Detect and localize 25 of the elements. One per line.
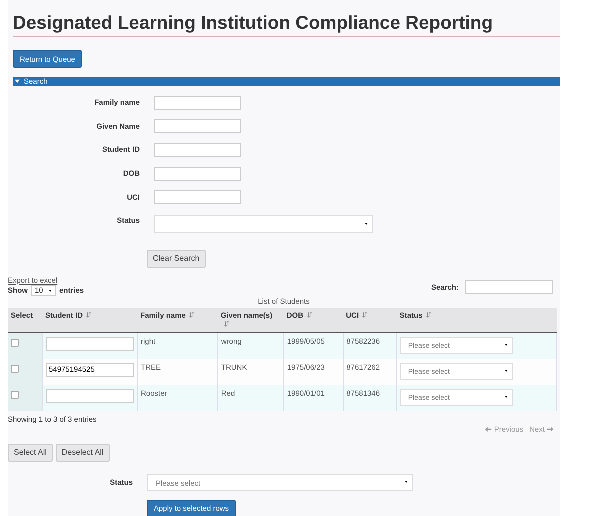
arrow-right-icon: [547, 426, 554, 432]
page-title: Designated Learning Institution Compliance Reporting: [13, 12, 494, 34]
caret-icon: [505, 396, 508, 398]
deselect-all-button[interactable]: Deselect All: [56, 444, 110, 462]
arrow-left-icon: [485, 426, 492, 432]
input-field[interactable]: [154, 166, 241, 181]
input-field[interactable]: [154, 96, 241, 110]
caret-icon: [505, 370, 508, 372]
row-checkbox[interactable]: [11, 364, 19, 373]
input-field[interactable]: [154, 190, 241, 204]
caret-icon: [15, 79, 20, 84]
student-id-field[interactable]: [46, 388, 134, 403]
row-checkbox[interactable]: [11, 338, 19, 347]
input-field[interactable]: [154, 119, 241, 134]
status-select[interactable]: [154, 214, 373, 233]
row-checkbox[interactable]: [11, 390, 19, 399]
clear-search-button[interactable]: Clear Search: [147, 250, 206, 268]
select-all-button[interactable]: Select All: [8, 444, 53, 462]
caret-icon: [49, 290, 52, 292]
caret-icon: [365, 222, 368, 225]
search-field[interactable]: [465, 280, 553, 294]
student-id-field[interactable]: [46, 336, 134, 351]
input-field[interactable]: [154, 142, 241, 157]
caret-icon: [405, 481, 408, 484]
caret-icon: [505, 344, 508, 346]
